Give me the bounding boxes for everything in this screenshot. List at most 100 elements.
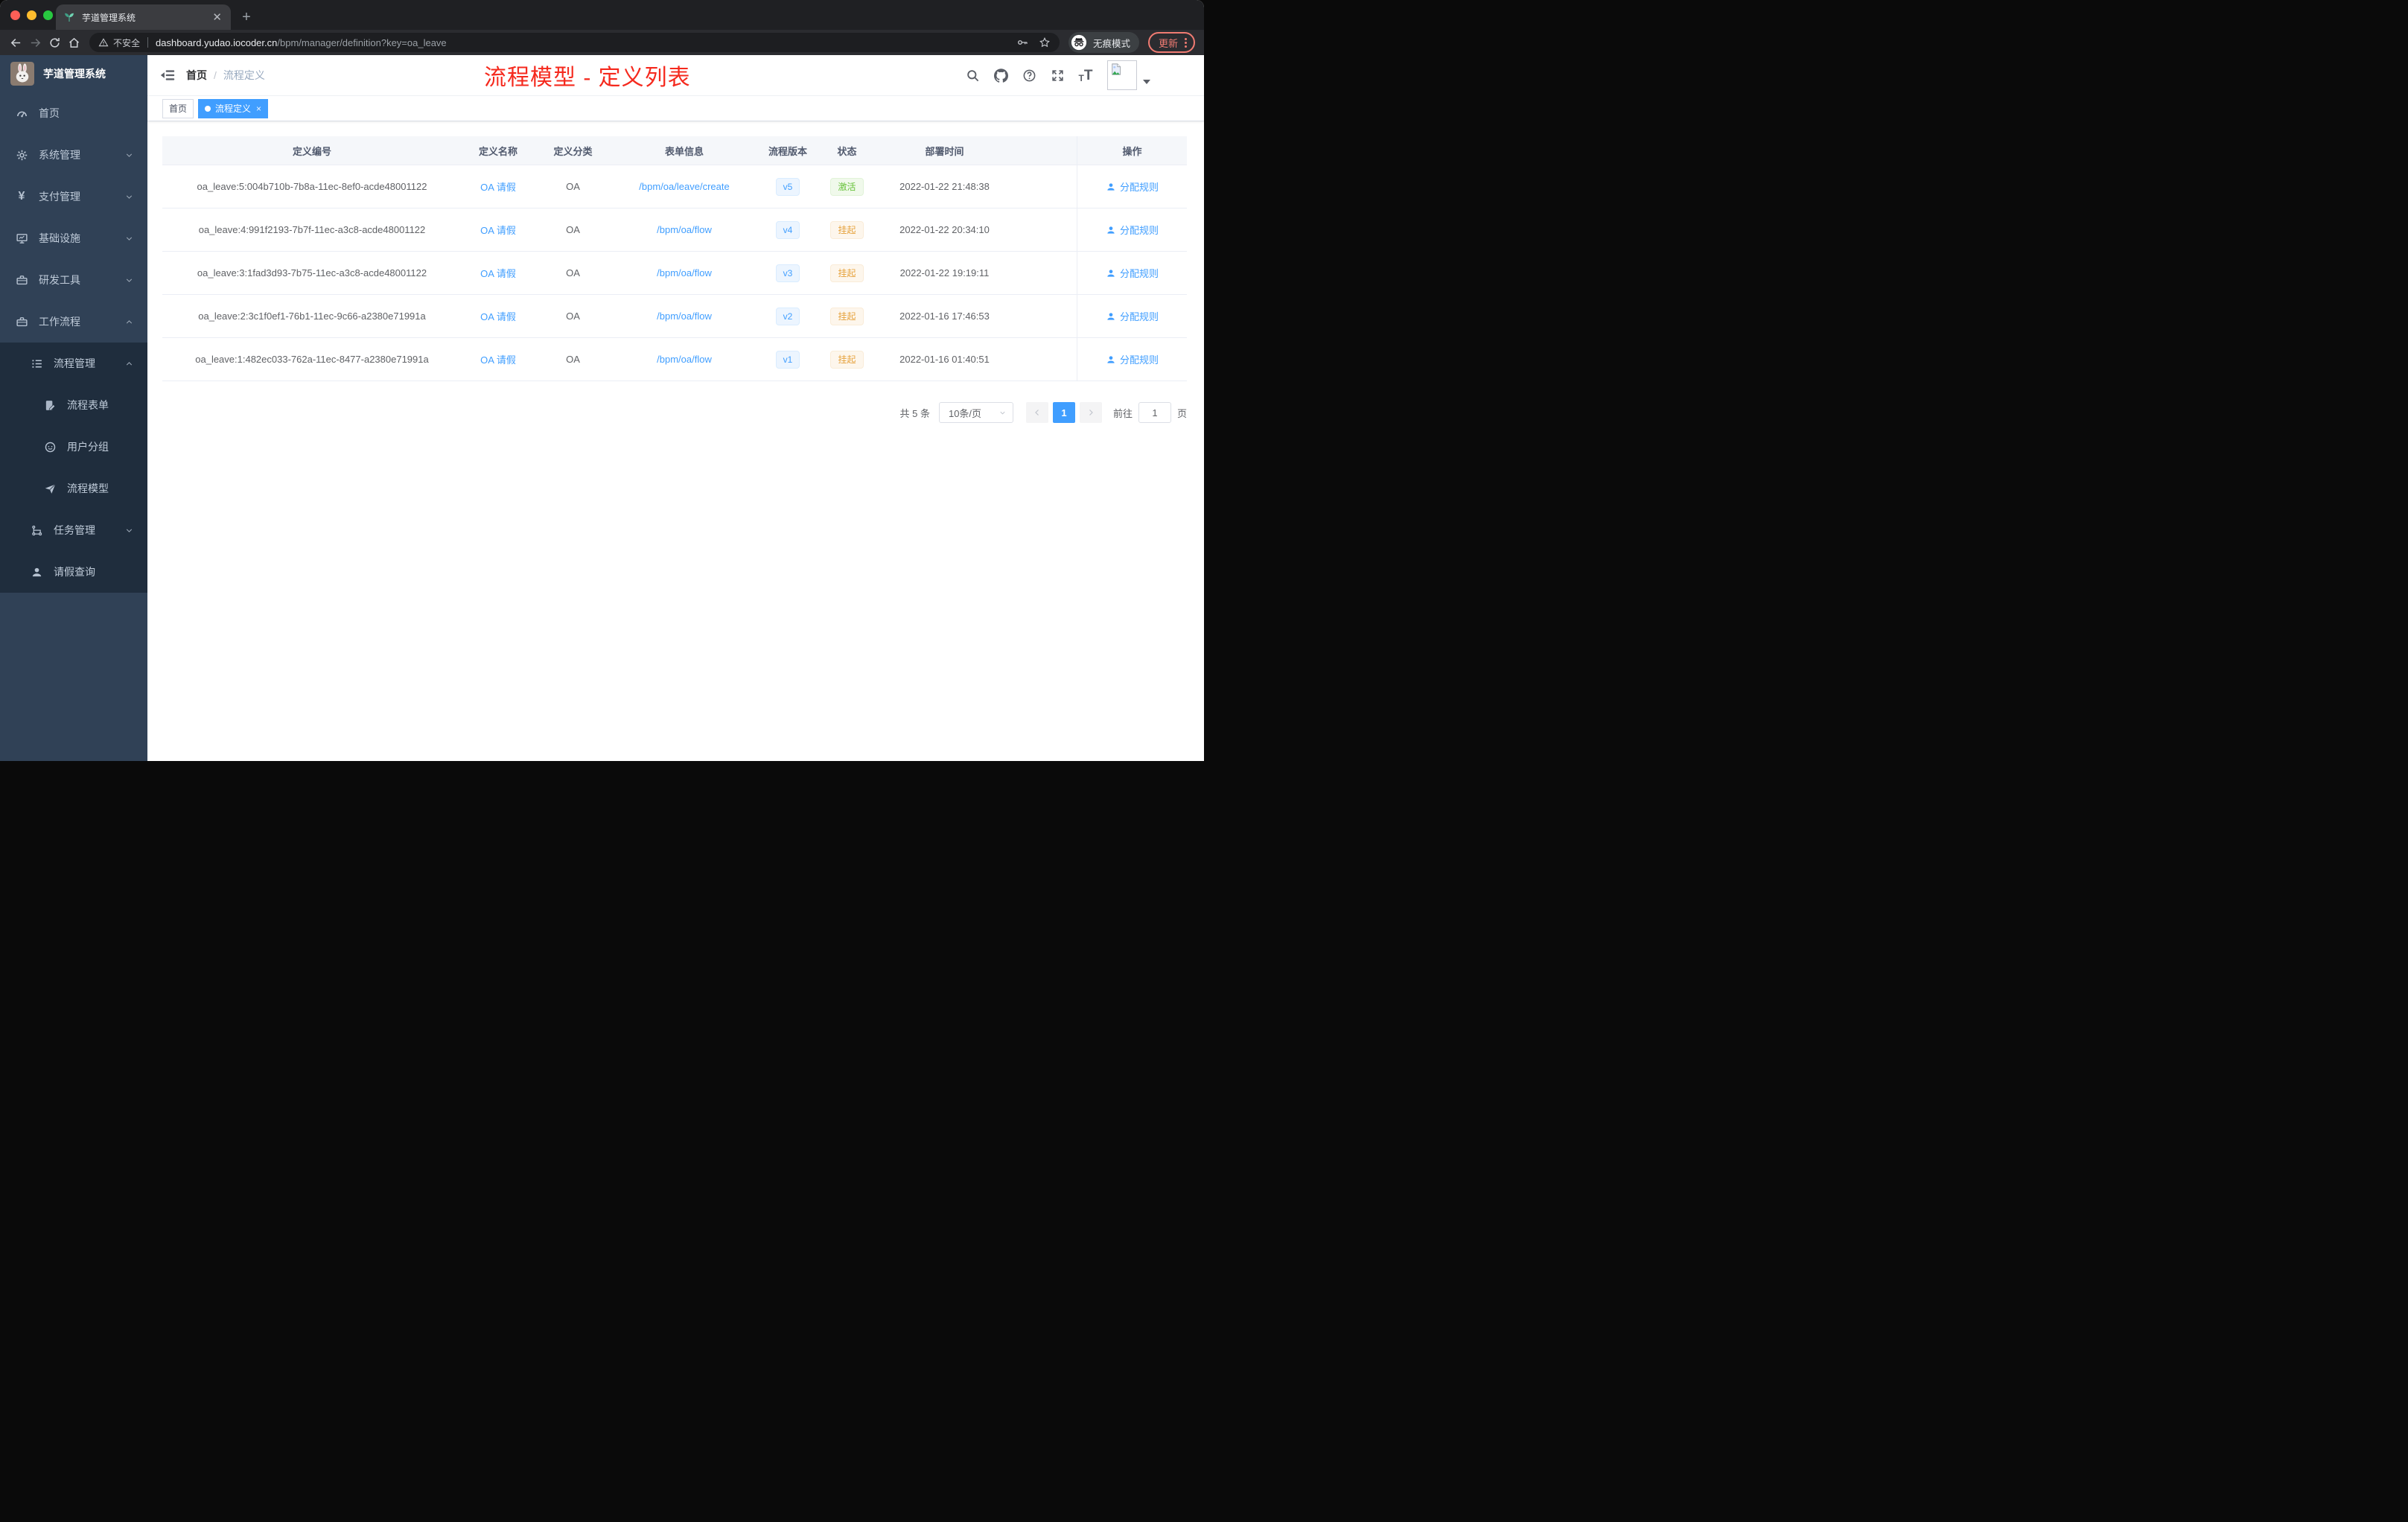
- sidebar: 芋道管理系统 首页 系统管理 ¥ 支付管理 基础设施 研发工具 工作流程 流程管理 流程表单 用户…: [0, 55, 147, 761]
- url-divider: [147, 37, 149, 48]
- sidebar-item-infrastructure[interactable]: 基础设施: [0, 217, 147, 259]
- sidebar-logo-row[interactable]: 芋道管理系统: [0, 55, 147, 92]
- table-body: oa_leave:5:004b710b-7b8a-11ec-8ef0-acde4…: [162, 165, 1187, 381]
- tab-title: 芋道管理系统: [82, 12, 136, 23]
- chevron-down-icon: [124, 192, 134, 202]
- sprout-favicon-icon: [63, 11, 75, 23]
- minimize-window-button[interactable]: [27, 10, 36, 20]
- group-icon: [43, 440, 57, 453]
- assign-rule-button[interactable]: 分配规则: [1106, 309, 1159, 323]
- chevron-up-icon: [124, 359, 134, 369]
- column-filler: [1013, 338, 1077, 380]
- chevron-down-icon[interactable]: [1143, 80, 1150, 84]
- kebab-menu-icon[interactable]: [1185, 37, 1187, 48]
- incognito-icon: [1071, 34, 1087, 51]
- sidebar-item-user-group[interactable]: 用户分组: [0, 426, 147, 468]
- fullscreen-icon[interactable]: [1049, 67, 1066, 83]
- definition-name-link[interactable]: OA 请假: [480, 309, 516, 323]
- security-label[interactable]: 不安全: [113, 36, 140, 49]
- goto-page-input[interactable]: [1138, 402, 1171, 423]
- user-icon: [1106, 354, 1116, 365]
- key-icon[interactable]: [1016, 36, 1028, 48]
- assign-rule-button[interactable]: 分配规则: [1106, 352, 1159, 366]
- column-filler: [1013, 165, 1077, 208]
- sidebar-item-home[interactable]: 首页: [0, 92, 147, 134]
- table-row: oa_leave:3:1fad3d93-7b75-11ec-a3c8-acde4…: [162, 252, 1187, 295]
- chevron-down-icon: [124, 150, 134, 160]
- yen-icon: ¥: [18, 190, 25, 203]
- definition-table: 定义编号 定义名称 定义分类 表单信息 流程版本 状态 部署时间 操作 oa_leave:5:…: [162, 136, 1187, 381]
- form-link[interactable]: /bpm/oa/flow: [657, 224, 712, 235]
- window-controls: [10, 10, 53, 20]
- browser-toolbar: 不安全 dashboard.yudao.iocoder.cn /bpm/mana…: [0, 30, 1204, 55]
- status-badge: 挂起: [830, 307, 864, 325]
- address-bar[interactable]: 不安全 dashboard.yudao.iocoder.cn /bpm/mana…: [89, 33, 1060, 52]
- column-header-2: 定义分类: [553, 145, 593, 157]
- search-icon[interactable]: [964, 67, 981, 83]
- page-content: 定义编号 定义名称 定义分类 表单信息 流程版本 状态 部署时间 操作 oa_leave:5:…: [147, 121, 1204, 761]
- new-tab-button[interactable]: +: [237, 7, 256, 27]
- sidebar-item-dev-tools[interactable]: 研发工具: [0, 259, 147, 301]
- tag-0[interactable]: 首页: [162, 98, 194, 118]
- version-tag: v5: [775, 177, 800, 196]
- forward-arrow-icon[interactable]: [25, 33, 45, 52]
- form-link[interactable]: /bpm/oa/leave/create: [639, 181, 729, 192]
- app-header: 首页 / 流程定义 流程模型 - 定义列表 TT: [147, 55, 1204, 96]
- close-window-button[interactable]: [10, 10, 20, 20]
- definition-id: oa_leave:1:482ec033-762a-11ec-8477-a2380…: [195, 354, 429, 365]
- sidebar-item-leave-query[interactable]: 请假查询: [0, 551, 147, 593]
- question-icon[interactable]: [1021, 67, 1037, 83]
- definition-name-link[interactable]: OA 请假: [480, 266, 516, 280]
- breadcrumb-home[interactable]: 首页: [186, 68, 207, 83]
- deploy-time: 2022-01-16 01:40:51: [899, 354, 990, 365]
- hamburger-icon[interactable]: [159, 67, 176, 83]
- browser-tab[interactable]: 芋道管理系统 ✕: [56, 4, 231, 30]
- assign-rule-button[interactable]: 分配规则: [1106, 179, 1159, 194]
- sidebar-item-payment[interactable]: ¥ 支付管理: [0, 176, 147, 217]
- form-link[interactable]: /bpm/oa/flow: [657, 311, 712, 322]
- definition-id: oa_leave:2:3c1f0ef1-76b1-11ec-9c66-a2380…: [198, 311, 426, 322]
- sidebar-menu: 首页 系统管理 ¥ 支付管理 基础设施 研发工具 工作流程 流程管理 流程表单 用户分组 流程模型任…: [0, 92, 147, 593]
- sidebar-item-workflow[interactable]: 工作流程: [0, 301, 147, 343]
- briefcase-icon: [15, 315, 28, 328]
- prev-page-button[interactable]: [1025, 402, 1048, 423]
- deploy-time: 2022-01-22 20:34:10: [899, 224, 990, 235]
- sidebar-item-system[interactable]: 系统管理: [0, 134, 147, 176]
- form-link[interactable]: /bpm/oa/flow: [657, 354, 712, 365]
- reload-icon[interactable]: [45, 33, 64, 52]
- form-link[interactable]: /bpm/oa/flow: [657, 267, 712, 278]
- definition-name-link[interactable]: OA 请假: [480, 179, 516, 194]
- page-size-select[interactable]: 10条/页: [938, 402, 1013, 423]
- browser-tabstrip: 芋道管理系统 ✕ +: [0, 0, 1204, 30]
- column-header-0: 定义编号: [292, 145, 331, 157]
- assign-rule-button[interactable]: 分配规则: [1106, 266, 1159, 280]
- back-arrow-icon[interactable]: [6, 33, 25, 52]
- assign-rule-button[interactable]: 分配规则: [1106, 223, 1159, 237]
- pagination: 共 5 条 10条/页 1 前往 页: [162, 402, 1187, 423]
- user-icon: [1106, 268, 1116, 278]
- chevron-down-icon: [124, 276, 134, 285]
- sidebar-item-process-form[interactable]: 流程表单: [0, 384, 147, 426]
- star-icon[interactable]: [1039, 36, 1051, 48]
- sidebar-item-process-mgmt[interactable]: 流程管理: [0, 343, 147, 384]
- zoom-window-button[interactable]: [43, 10, 53, 20]
- incognito-badge: 无痕模式: [1068, 32, 1139, 53]
- close-icon[interactable]: ×: [256, 104, 261, 113]
- avatar[interactable]: [1107, 60, 1137, 90]
- browser-window: 芋道管理系统 ✕ + 不安全 dashboard.yudao.iocoder.c…: [0, 0, 1204, 761]
- sidebar-item-task-mgmt[interactable]: 任务管理: [0, 509, 147, 551]
- send-icon: [43, 482, 57, 495]
- definition-name-link[interactable]: OA 请假: [480, 223, 516, 237]
- home-icon[interactable]: [64, 33, 83, 52]
- column-header-1: 定义名称: [478, 145, 517, 157]
- page-number-1[interactable]: 1: [1052, 402, 1075, 423]
- tag-active[interactable]: 流程定义 ×: [198, 98, 269, 118]
- next-page-button[interactable]: [1079, 402, 1102, 423]
- tab-close-icon[interactable]: ✕: [211, 10, 223, 25]
- definition-name-link[interactable]: OA 请假: [480, 352, 516, 366]
- sidebar-item-process-model[interactable]: 流程模型: [0, 468, 147, 509]
- font-size-icon[interactable]: TT: [1077, 67, 1094, 83]
- definition-category: OA: [566, 267, 580, 278]
- browser-menu-update-button[interactable]: 更新: [1147, 32, 1195, 53]
- github-icon[interactable]: [993, 67, 1009, 83]
